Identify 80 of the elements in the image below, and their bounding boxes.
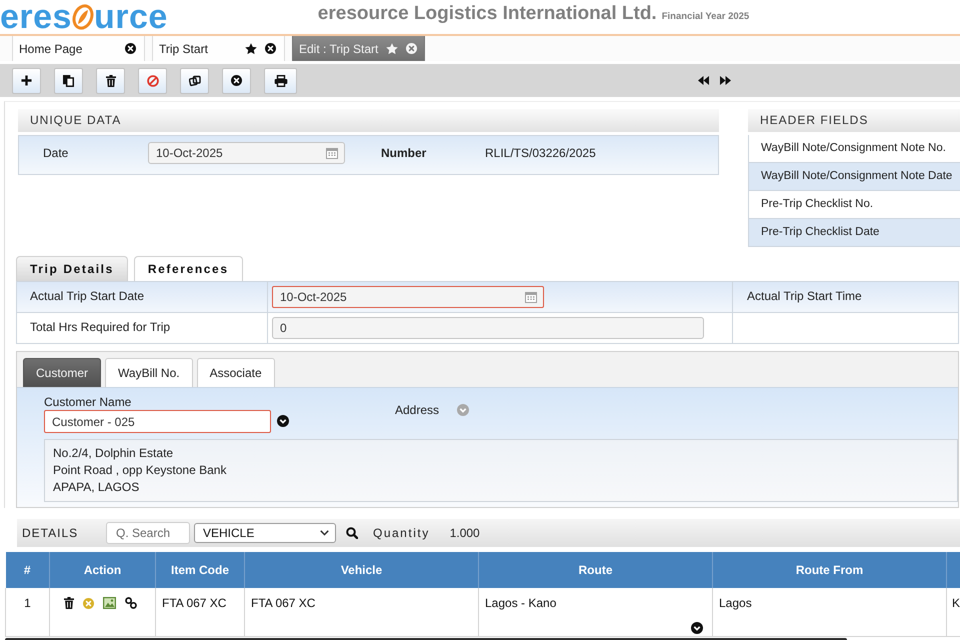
quantity-label: Quantity: [373, 526, 430, 540]
field-label: Number: [381, 146, 428, 160]
column-header: Action: [50, 552, 156, 588]
text-field[interactable]: 0: [272, 317, 704, 339]
address-line: Point Road , opp Keystone Bank: [53, 462, 226, 479]
close-icon: [231, 75, 242, 86]
close-icon[interactable]: [265, 43, 276, 54]
star-icon[interactable]: [386, 42, 398, 54]
field-label: Total Hrs Required for Trip: [30, 320, 170, 334]
item-type-select[interactable]: VEHICLE: [194, 523, 336, 543]
field-value: RLIL/TS/03226/2025: [485, 146, 596, 160]
field-row[interactable]: WayBill Note/Consignment Note Date: [749, 163, 960, 191]
customer-name-field[interactable]: Customer - 025: [44, 410, 271, 433]
star-icon[interactable]: [245, 42, 257, 54]
chevron-down-icon[interactable]: [691, 622, 703, 634]
trash-icon[interactable]: [64, 597, 74, 609]
rewind-icon[interactable]: [698, 76, 709, 85]
plus-icon: [21, 75, 32, 86]
search-field[interactable]: Q. Search: [106, 522, 190, 544]
logo-text: urce: [94, 2, 168, 32]
date-field[interactable]: 10-Oct-2025: [272, 286, 544, 308]
address-field[interactable]: No.2/4, Dolphin Estate Point Road , opp Keystone Bank APAPA, LAGOS: [44, 439, 958, 502]
print-button[interactable]: [264, 68, 297, 94]
field-label: Address: [395, 403, 440, 417]
link-icon[interactable]: [125, 597, 137, 609]
duplicate-button[interactable]: [180, 68, 209, 94]
quantity-value: 1.000: [450, 526, 480, 540]
field-label: Customer Name: [44, 395, 132, 409]
printer-icon: [274, 74, 288, 86]
column-header: Route From: [712, 552, 946, 588]
section-title: DETAILS: [21, 526, 80, 540]
leaf-icon: [72, 4, 94, 30]
logo-text: eres: [0, 2, 72, 32]
prohibited-icon: [146, 74, 158, 86]
cancel-button[interactable]: [138, 68, 167, 94]
document-tab[interactable]: Edit : Trip Start: [292, 36, 425, 61]
cell-text: Lagos - Kano: [485, 596, 556, 610]
overlapping-squares-icon: [188, 74, 200, 86]
chevron-down-icon[interactable]: [277, 415, 289, 427]
address-line: No.2/4, Dolphin Estate: [53, 445, 174, 462]
table-cell: FTA 067 XC: [244, 588, 478, 636]
panel-tab[interactable]: Customer: [23, 358, 102, 387]
table-cell: K: [946, 588, 960, 636]
date-field[interactable]: 10-Oct-2025: [148, 142, 345, 164]
search-icon[interactable]: [346, 527, 358, 539]
table-cell: Lagos: [712, 588, 946, 636]
column-header: Item Code: [156, 552, 244, 588]
address-line: APAPA, LAGOS: [53, 479, 140, 496]
panel-tab[interactable]: WayBill No.: [105, 358, 193, 387]
panel-tab[interactable]: Associate: [196, 358, 275, 387]
table-cell: FTA 067 XC: [156, 588, 244, 636]
copy-icon: [63, 74, 74, 86]
document-tab[interactable]: Home Page: [12, 36, 145, 61]
company-name: eresource Logistics International Ltd.: [318, 3, 657, 25]
section-tab[interactable]: References: [134, 256, 243, 281]
field-row[interactable]: Pre-Trip Checklist Date: [749, 219, 960, 247]
field-label: Actual Trip Start Date: [30, 289, 144, 303]
section-tab[interactable]: Trip Details: [16, 256, 128, 281]
column-header: #: [6, 552, 50, 588]
table-cell: 1: [6, 588, 50, 636]
financial-year: Financial Year 2025: [662, 11, 750, 22]
document-tab[interactable]: Trip Start: [152, 36, 285, 61]
column-header: Vehicle: [244, 552, 478, 588]
section-header: HEADER FIELDS: [748, 109, 960, 132]
add-button[interactable]: [12, 68, 41, 94]
field-label: Actual Trip Start Time: [747, 289, 862, 303]
image-icon[interactable]: [103, 597, 116, 609]
column-header: Route: [478, 552, 712, 588]
delete-button[interactable]: [96, 68, 125, 94]
field-label: Date: [43, 146, 70, 160]
fast-forward-icon[interactable]: [720, 76, 731, 85]
caret-icon: [320, 530, 329, 536]
calendar-icon[interactable]: [326, 148, 338, 158]
column-header: [946, 552, 960, 588]
calendar-icon[interactable]: [525, 292, 537, 302]
copy-button[interactable]: [54, 68, 83, 94]
section-header: UNIQUE DATA: [18, 109, 719, 132]
close-icon[interactable]: [125, 43, 136, 54]
trash-icon: [106, 74, 116, 86]
close-button[interactable]: [222, 68, 251, 94]
